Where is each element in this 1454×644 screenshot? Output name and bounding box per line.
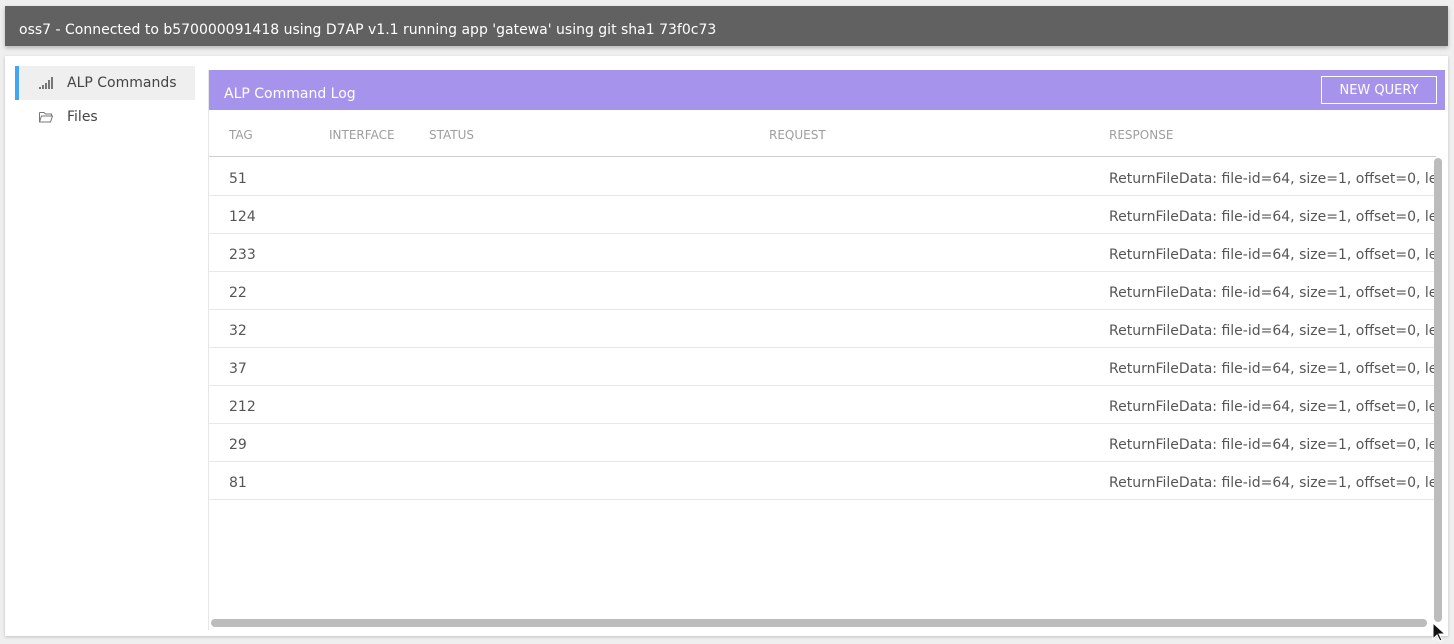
table-row[interactable]: 124 ReturnFileData: file-id=64, size=1, o… [209,196,1436,234]
cell-response: ReturnFileData: file-id=64, size=1, offs… [1109,475,1436,491]
app-title-bar: oss7 - Connected to b570000091418 using … [5,6,1448,46]
cell-response: ReturnFileData: file-id=64, size=1, offs… [1109,209,1436,225]
table-row[interactable]: 37 ReturnFileData: file-id=64, size=1, of… [209,348,1436,386]
cell-response: ReturnFileData: file-id=64, size=1, offs… [1109,247,1436,263]
column-header-status[interactable]: STATUS [429,128,474,142]
table-row[interactable]: 212 ReturnFileData: file-id=64, size=1, o… [209,386,1436,424]
panel-toolbar: ALP Command Log NEW QUERY [209,70,1445,110]
horizontal-scrollbar[interactable] [209,618,1431,628]
cell-tag: 51 [229,171,247,187]
column-header-response[interactable]: RESPONSE [1109,128,1173,142]
command-log-table: TAG INTERFACE STATUS REQUEST RESPONSE 51… [209,110,1436,620]
panel-title: ALP Command Log [224,86,356,102]
sidebar-item-label: Files [67,109,98,125]
cell-tag: 233 [229,247,256,263]
cell-response: ReturnFileData: file-id=64, size=1, offs… [1109,285,1436,301]
new-query-button[interactable]: NEW QUERY [1321,76,1437,104]
table-row[interactable]: 29 ReturnFileData: file-id=64, size=1, of… [209,424,1436,462]
mouse-cursor-icon [1432,622,1446,642]
sidebar-item-label: ALP Commands [67,75,177,91]
vertical-scrollbar[interactable] [1433,158,1443,626]
column-header-request[interactable]: REQUEST [769,128,826,142]
table-row[interactable]: 51 ReturnFileData: file-id=64, size=1, of… [209,158,1436,196]
column-header-interface[interactable]: INTERFACE [329,128,395,142]
cell-response: ReturnFileData: file-id=64, size=1, offs… [1109,171,1436,187]
cell-tag: 22 [229,285,247,301]
cell-tag: 212 [229,399,256,415]
table-row[interactable]: 81 ReturnFileData: file-id=64, size=1, of… [209,462,1436,500]
folder-open-icon [39,112,53,123]
sidebar-item-files[interactable]: Files [15,100,195,134]
sidebar: ALP Commands Files [15,66,195,626]
cell-tag: 81 [229,475,247,491]
main-card: ALP Commands Files ALP Command Log NEW Q… [5,56,1448,636]
vertical-scrollbar-thumb[interactable] [1434,158,1442,622]
horizontal-scrollbar-thumb[interactable] [211,619,1427,627]
cell-tag: 37 [229,361,247,377]
table-row[interactable]: 233 ReturnFileData: file-id=64, size=1, o… [209,234,1436,272]
alp-command-log-panel: ALP Command Log NEW QUERY TAG INTERFACE … [208,70,1445,630]
cell-tag: 32 [229,323,247,339]
table-row[interactable]: 32 ReturnFileData: file-id=64, size=1, of… [209,310,1436,348]
sidebar-item-alp-commands[interactable]: ALP Commands [15,66,195,100]
connection-status-text: oss7 - Connected to b570000091418 using … [19,22,717,38]
table-header: TAG INTERFACE STATUS REQUEST RESPONSE [209,110,1436,157]
column-header-tag[interactable]: TAG [229,128,253,142]
cell-response: ReturnFileData: file-id=64, size=1, offs… [1109,399,1436,415]
cell-tag: 124 [229,209,256,225]
cell-response: ReturnFileData: file-id=64, size=1, offs… [1109,437,1436,453]
cell-response: ReturnFileData: file-id=64, size=1, offs… [1109,323,1436,339]
signal-bars-icon [39,77,53,89]
cell-response: ReturnFileData: file-id=64, size=1, offs… [1109,361,1436,377]
cell-tag: 29 [229,437,247,453]
table-row[interactable]: 22 ReturnFileData: file-id=64, size=1, of… [209,272,1436,310]
